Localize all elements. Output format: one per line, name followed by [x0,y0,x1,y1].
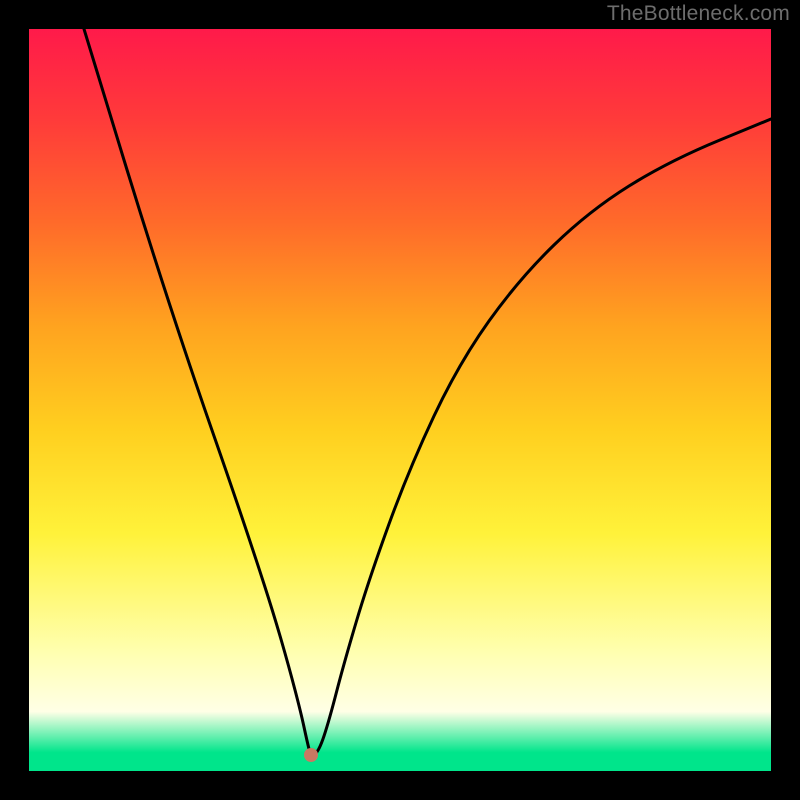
watermark-text: TheBottleneck.com [607,2,790,26]
bottleneck-curve [29,29,771,771]
optimal-point-marker [304,748,318,762]
chart-plot-area [29,29,771,771]
